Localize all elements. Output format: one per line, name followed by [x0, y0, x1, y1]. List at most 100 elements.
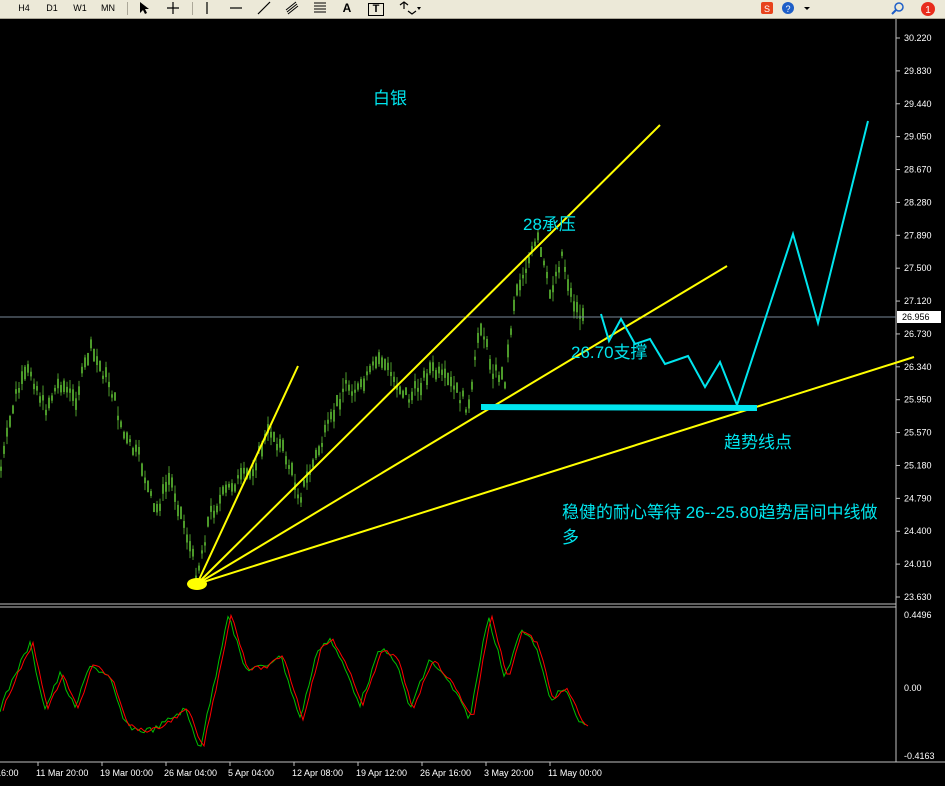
candle-body	[498, 375, 500, 382]
candle-body	[486, 338, 488, 348]
arrows-dropdown-icon[interactable]	[396, 1, 424, 16]
candle-body	[120, 421, 122, 428]
candle-body	[189, 541, 191, 552]
candle-body	[432, 362, 434, 371]
candle-body	[9, 416, 11, 427]
candle-body	[312, 459, 314, 468]
time-axis-label: 26 Mar 04:00	[164, 768, 217, 778]
candle-body	[78, 386, 80, 395]
trendline-steep[interactable]	[196, 365, 299, 585]
timeframe-h4-button[interactable]: H4	[14, 1, 34, 16]
candle-body	[171, 477, 173, 488]
candle-body	[528, 256, 530, 264]
trendline-support[interactable]	[196, 265, 728, 585]
candle-body	[564, 266, 566, 272]
candle-body	[135, 444, 137, 452]
horizontal-line-tool-icon[interactable]	[228, 1, 244, 16]
candle-body	[372, 361, 374, 366]
price-axis-label: 30.220	[904, 33, 932, 43]
candle-body	[252, 469, 254, 477]
svg-text:26.956: 26.956	[902, 312, 930, 322]
timeframe-d1-button[interactable]: D1	[42, 1, 62, 16]
candle-body	[132, 447, 134, 455]
candle-body	[393, 376, 395, 382]
advice-annotation-line1: 稳健的耐心等待 26--25.80趋势居间中线做	[562, 503, 878, 522]
candle-body	[174, 493, 176, 502]
candle-body	[270, 431, 272, 438]
time-axis-label: 19 Apr 12:00	[356, 768, 407, 778]
vertical-line-tool-icon[interactable]	[200, 1, 214, 16]
candle-body	[501, 367, 503, 380]
search-icon[interactable]	[890, 1, 906, 16]
channel-tool-icon[interactable]	[284, 1, 300, 16]
candle-body	[108, 381, 110, 388]
help-icon[interactable]: ?	[780, 1, 796, 16]
time-axis-label: 11 Mar 20:00	[36, 768, 88, 778]
candle-body	[210, 505, 212, 512]
candle-body	[549, 289, 551, 299]
candle-body	[555, 271, 557, 277]
candle-body	[288, 465, 290, 469]
time-axis-label: 16:00	[0, 768, 19, 778]
candle-body	[69, 388, 71, 393]
candle-body	[300, 497, 302, 503]
fibonacci-tool-icon[interactable]	[312, 1, 328, 16]
candle-body	[339, 399, 341, 410]
price-chart[interactable]: 白银 28承压 26.70支撑 趋势线点 稳健的耐心等待 26--25.80趋势…	[0, 19, 945, 781]
oscillator-signal-line	[2, 613, 589, 748]
candle-body	[192, 548, 194, 557]
osc-axis-label: 0.4496	[904, 610, 932, 620]
trend-point-annotation: 趋势线点	[724, 433, 792, 452]
candle-body	[228, 483, 230, 488]
candle-body	[321, 442, 323, 447]
candle-body	[387, 362, 389, 371]
candle-body	[381, 357, 383, 368]
price-axis-label: 29.050	[904, 132, 932, 142]
candle-body	[216, 505, 218, 513]
candle-body	[471, 381, 473, 390]
candle-body	[231, 483, 233, 492]
candle-body	[225, 484, 227, 493]
candle-body	[21, 371, 23, 384]
crosshair-tool-icon[interactable]	[164, 1, 182, 16]
text-label-tool-button[interactable]: T	[368, 3, 384, 16]
chart-toolbar: H4 D1 W1 MN A T S ? 1	[0, 0, 945, 19]
osc-axis-label: -0.4163	[904, 751, 935, 761]
candle-body	[342, 388, 344, 392]
text-tool-button[interactable]: A	[340, 1, 354, 16]
candle-body	[162, 484, 164, 494]
candle-body	[573, 301, 575, 312]
candle-body	[102, 375, 104, 379]
support-zone-bar	[480, 404, 758, 411]
candle-body	[279, 439, 281, 448]
candle-body	[183, 520, 185, 528]
candle-body	[435, 370, 437, 380]
price-axis-label: 25.570	[904, 428, 932, 438]
candle-body	[240, 468, 242, 480]
cursor-tool-icon[interactable]	[136, 1, 152, 16]
candle-body	[114, 392, 116, 401]
chart-canvas[interactable]: 白银 28承压 26.70支撑 趋势线点 稳健的耐心等待 26--25.80趋势…	[0, 19, 945, 781]
advice-annotation-line2: 多	[562, 528, 579, 547]
candle-body	[219, 494, 221, 504]
oscillator-axis: 0.4496 0.00 -0.4163	[904, 610, 935, 761]
trendline-tool-icon[interactable]	[256, 1, 272, 16]
candle-body	[459, 400, 461, 404]
candle-body	[51, 395, 53, 401]
candle-body	[60, 385, 62, 393]
time-axis: 16:00 11 Mar 20:00 19 Mar 00:00 26 Mar 04:0…	[0, 762, 602, 778]
timeframe-w1-button[interactable]: W1	[70, 1, 90, 16]
candle-body	[348, 384, 350, 391]
price-axis-label: 23.630	[904, 592, 932, 602]
help-dropdown-icon[interactable]	[802, 1, 812, 16]
candle-body	[375, 356, 377, 369]
timeframe-mn-button[interactable]: MN	[97, 1, 119, 16]
candle-body	[567, 279, 569, 291]
trendline-long[interactable]	[196, 356, 915, 585]
candle-body	[483, 336, 485, 340]
candle-body	[105, 367, 107, 378]
notification-icon[interactable]: 1	[918, 1, 938, 16]
mql-editor-icon[interactable]: S	[759, 1, 775, 16]
candle-body	[126, 432, 128, 444]
candle-body	[255, 463, 257, 471]
